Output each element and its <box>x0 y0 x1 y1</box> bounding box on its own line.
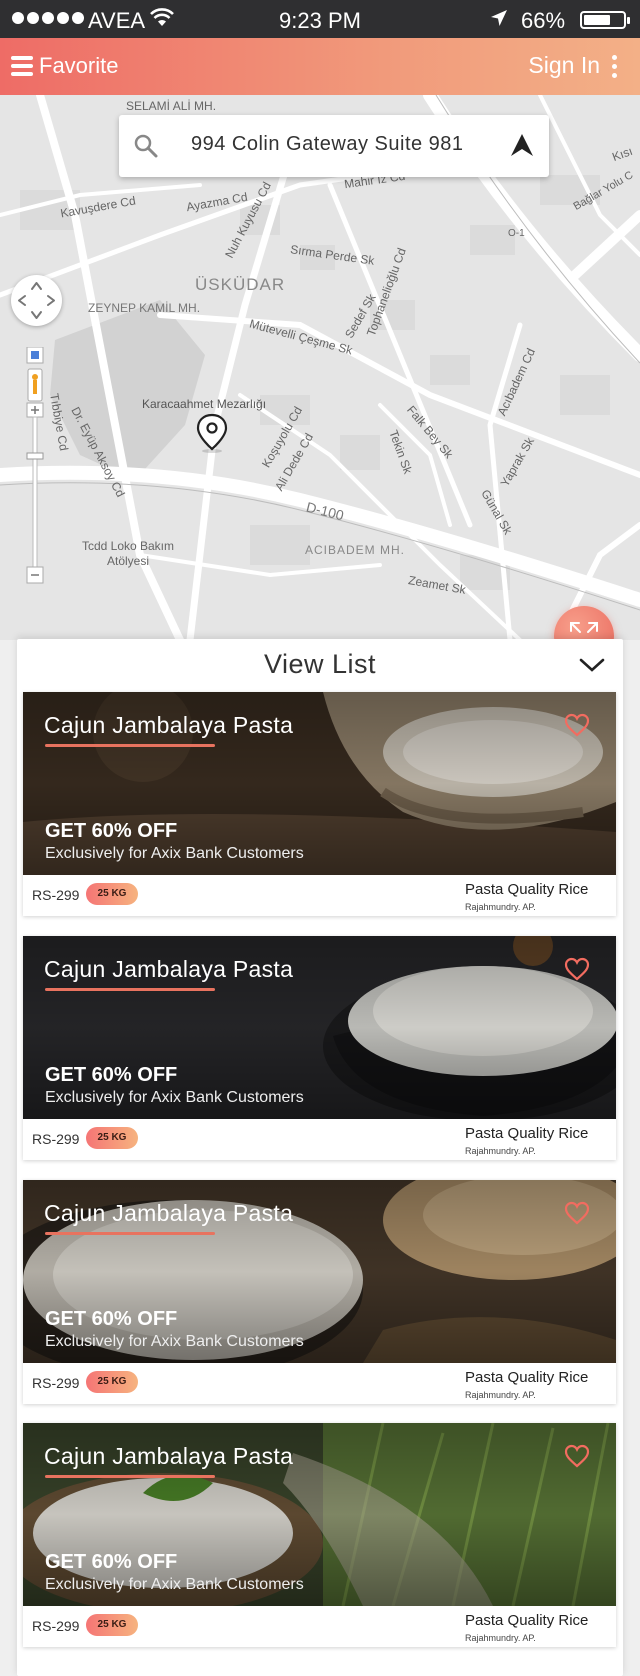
price: RS-299 <box>32 1131 80 1147</box>
pan-control-icon[interactable] <box>11 275 62 326</box>
product-location: Rajahmundry. AP. <box>465 1146 536 1156</box>
map-label: ACIBADEM MH. <box>305 543 406 557</box>
map-label: O-1 <box>508 228 525 239</box>
navigate-icon[interactable] <box>509 132 535 163</box>
heart-icon[interactable] <box>564 1201 590 1230</box>
menu-icon[interactable] <box>11 56 33 76</box>
product-name: Pasta Quality Rice <box>465 1125 589 1142</box>
product-location: Rajahmundry. AP. <box>465 902 536 912</box>
card-title: Cajun Jambalaya Pasta <box>44 956 294 982</box>
kebab-icon[interactable] <box>612 55 618 82</box>
offer-subtitle: Exclusively for Axix Bank Customers <box>45 1333 304 1350</box>
map-label: Tcdd Loko Bakım Atölyesi <box>81 539 175 568</box>
sign-in-button[interactable]: Sign In <box>528 52 600 79</box>
card-title: Cajun Jambalaya Pasta <box>44 1443 294 1469</box>
weight-badge: 25 KG <box>86 1614 138 1636</box>
offer-text: GET 60% OFF <box>45 1064 178 1086</box>
expand-map-button[interactable] <box>554 606 614 640</box>
product-card[interactable]: Cajun Jambalaya Pasta GET 60% OFF Exclus… <box>23 936 616 1160</box>
map-label: Karacaahmet Mezarlığı <box>142 397 267 411</box>
map-label: ZEYNEP KAMİL MH. <box>88 301 201 315</box>
product-location: Rajahmundry. AP. <box>465 1390 536 1400</box>
battery-percent: 66% <box>521 8 566 33</box>
offer-text: GET 60% OFF <box>45 1551 178 1573</box>
price: RS-299 <box>32 887 80 903</box>
panel-title: View List <box>263 649 377 679</box>
product-location: Rajahmundry. AP. <box>465 1633 536 1643</box>
heart-icon[interactable] <box>564 957 590 986</box>
offer-text: GET 60% OFF <box>45 820 178 842</box>
product-card[interactable]: Cajun Jambalaya Pasta GET 60% OFF Exclus… <box>23 692 616 916</box>
zoom-slider[interactable] <box>26 347 46 591</box>
heart-icon[interactable] <box>564 1444 590 1473</box>
title-underline <box>45 1475 215 1478</box>
location-arrow-icon <box>490 9 508 32</box>
search-icon <box>133 133 159 164</box>
card-title: Cajun Jambalaya Pasta <box>44 712 294 738</box>
title-underline <box>45 1232 215 1235</box>
panel-header[interactable]: View List <box>17 639 623 691</box>
heart-icon[interactable] <box>564 713 590 742</box>
title-underline <box>45 744 215 747</box>
product-name: Pasta Quality Rice <box>465 881 589 898</box>
weight-badge: 25 KG <box>86 1371 138 1393</box>
offer-subtitle: Exclusively for Axix Bank Customers <box>45 1576 304 1593</box>
price: RS-299 <box>32 1618 80 1634</box>
weight-badge: 25 KG <box>86 883 138 905</box>
search-input[interactable]: 994 Colin Gateway Suite 981 <box>191 133 464 156</box>
map-label: ÜSKÜDAR <box>195 275 286 294</box>
title-underline <box>45 988 215 991</box>
page-title: Favorite <box>39 53 119 78</box>
offer-subtitle: Exclusively for Axix Bank Customers <box>45 1089 304 1106</box>
offer-text: GET 60% OFF <box>45 1308 178 1330</box>
location-search-box[interactable]: 994 Colin Gateway Suite 981 <box>119 115 549 177</box>
price: RS-299 <box>32 1375 80 1391</box>
product-card[interactable]: Cajun Jambalaya Pasta GET 60% OFF Exclus… <box>23 1423 616 1647</box>
offer-subtitle: Exclusively for Axix Bank Customers <box>45 845 304 862</box>
battery-icon <box>580 11 630 29</box>
app-bar: Favorite Sign In <box>0 38 640 95</box>
product-card[interactable]: Cajun Jambalaya Pasta GET 60% OFF Exclus… <box>23 1180 616 1404</box>
status-bar: AVEA 9:23 PM 66% <box>0 0 640 38</box>
product-name: Pasta Quality Rice <box>465 1612 589 1629</box>
weight-badge: 25 KG <box>86 1127 138 1149</box>
product-name: Pasta Quality Rice <box>465 1369 589 1386</box>
card-title: Cajun Jambalaya Pasta <box>44 1200 294 1226</box>
chevron-down-icon[interactable] <box>579 657 605 678</box>
map-label: SELAMİ ALİ MH. <box>126 99 217 113</box>
expand-icon <box>570 622 598 640</box>
